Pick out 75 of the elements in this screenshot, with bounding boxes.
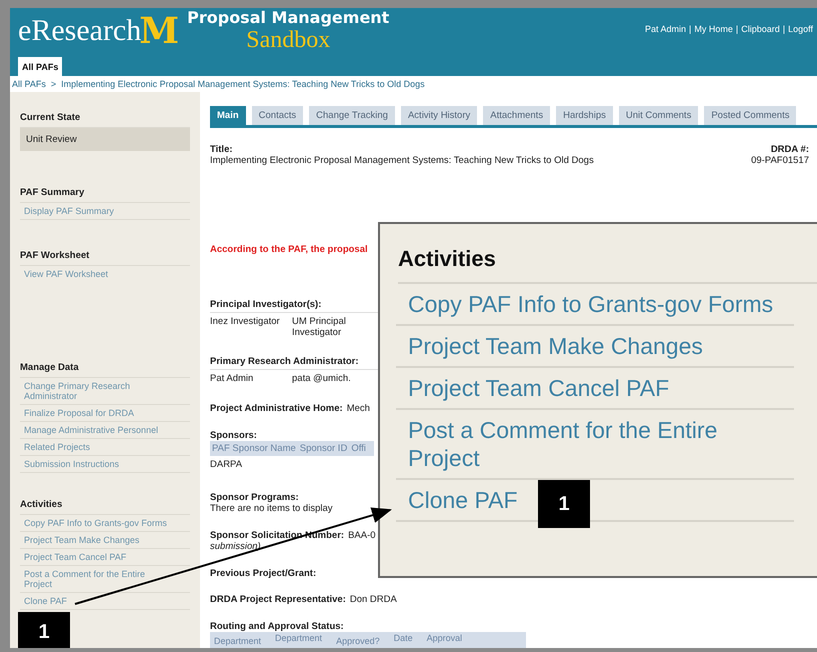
user-link[interactable]: Clipboard — [741, 24, 780, 34]
sidebar-heading: Activities — [20, 499, 190, 515]
activity-link[interactable]: Project Team Cancel PAF — [396, 368, 794, 410]
user-link[interactable]: Pat Admin — [645, 24, 686, 34]
callout-number: 1 — [538, 480, 590, 528]
popup-heading: Activities — [398, 246, 817, 284]
sidebar-heading: PAF Summary — [20, 187, 190, 203]
column-header: Date — [394, 633, 413, 643]
empty-message: There are no items to display — [210, 503, 334, 514]
tab[interactable]: Hardships — [556, 106, 613, 125]
table-cell-text: UM Principal Investigator — [292, 316, 347, 338]
field-label: DRDA Project Representative: — [210, 594, 346, 605]
field-label: Previous Project/Grant: — [210, 568, 316, 579]
link-separator: | — [736, 24, 738, 34]
tab[interactable]: Contacts — [252, 106, 304, 125]
column-header: Department — [214, 636, 262, 646]
sidebar-link[interactable]: Related Projects — [20, 439, 190, 456]
sidebar-link[interactable]: Display PAF Summary — [20, 203, 190, 220]
callout-number: 1 — [18, 612, 70, 648]
header-tab[interactable]: All PAFs — [18, 57, 62, 76]
sidebar-link[interactable]: Submission Instructions — [20, 456, 190, 473]
field-label: DRDA #: — [770, 144, 809, 155]
app-title: Proposal Management — [187, 8, 390, 28]
field-label: Project Administrative Home: — [210, 403, 343, 414]
sidebar-link[interactable]: Clone PAF — [20, 593, 190, 610]
table-cell-text: Pat Admin — [210, 373, 254, 384]
breadcrumb-link[interactable]: Implementing Electronic Proposal Management Systems: Teaching New Tricks to Old Dogs — [61, 79, 425, 89]
column-header: Approved? — [336, 636, 380, 646]
user-link[interactable]: My Home — [694, 24, 733, 34]
table-cell-text: Inez Investigator — [210, 316, 280, 329]
sidebar-link[interactable]: Manage Administrative Personnel — [20, 422, 190, 439]
tab[interactable]: Change Tracking — [309, 106, 395, 125]
field-label: Title: — [210, 144, 233, 155]
user-link[interactable]: Logoff — [788, 24, 813, 34]
tab[interactable]: Unit Comments — [618, 106, 698, 125]
breadcrumb-link[interactable]: All PAFs — [12, 79, 46, 89]
sidebar-link[interactable]: Project Team Cancel PAF — [20, 549, 190, 566]
tab[interactable]: Activity History — [400, 106, 478, 125]
link-separator: | — [782, 24, 786, 34]
field-note: submission) — [210, 541, 262, 552]
sidebar-heading: PAF Worksheet — [20, 250, 190, 266]
column-header: Department — [275, 633, 322, 643]
sidebar-link[interactable]: Copy PAF Info to Grants-gov Forms — [20, 515, 190, 532]
tab[interactable]: Main — [210, 106, 246, 125]
column-header: Sponsor ID — [300, 443, 348, 454]
tab[interactable]: Attachments — [483, 106, 550, 125]
section-heading: Routing and Approval Status: — [210, 621, 345, 632]
section-heading: Sponsor Programs: — [210, 492, 300, 503]
field-value: BAA-0 — [348, 530, 376, 541]
environment-label: Sandbox — [246, 28, 330, 52]
current-state: Unit Review — [20, 128, 190, 151]
drda-number: 09-PAF01517 — [751, 155, 809, 166]
sidebar-link[interactable]: Finalize Proposal for DRDA — [20, 405, 190, 422]
column-header: PAF Sponsor Name — [212, 443, 296, 454]
proposal-title: Implementing Electronic Proposal Management Systems: Teaching New Tricks to Old Dogs — [210, 155, 594, 166]
tab[interactable]: Posted Comments — [704, 106, 796, 125]
column-header: Offi — [351, 443, 366, 454]
sidebar-heading: Manage Data — [20, 362, 190, 378]
warning-text: According to the PAF, the proposal — [210, 244, 369, 255]
brand-name: eResearch — [18, 14, 142, 48]
logo: M — [139, 14, 180, 48]
breadcrumb-separator: > — [50, 79, 56, 89]
link-separator: | — [689, 24, 692, 34]
sidebar-link[interactable]: Project Team Make Changes — [20, 532, 190, 549]
section-heading: Sponsors: — [210, 430, 258, 441]
activity-link[interactable]: Copy PAF Info to Grants-gov Forms — [396, 284, 794, 326]
field-value: Don DRDA — [350, 594, 397, 605]
sidebar-link[interactable]: Post a Comment for the Entire Project — [20, 566, 190, 593]
field-value: Mech — [346, 403, 370, 414]
activity-link[interactable]: Project Team Make Changes — [396, 326, 794, 368]
table-cell-text: DARPA — [210, 459, 244, 470]
sidebar-link[interactable]: Change Primary Research Administrator — [20, 378, 190, 405]
table-cell-text: pata @umich. — [292, 373, 352, 384]
column-header: Approval — [426, 633, 462, 643]
sidebar-link[interactable]: View PAF Worksheet — [20, 266, 190, 282]
